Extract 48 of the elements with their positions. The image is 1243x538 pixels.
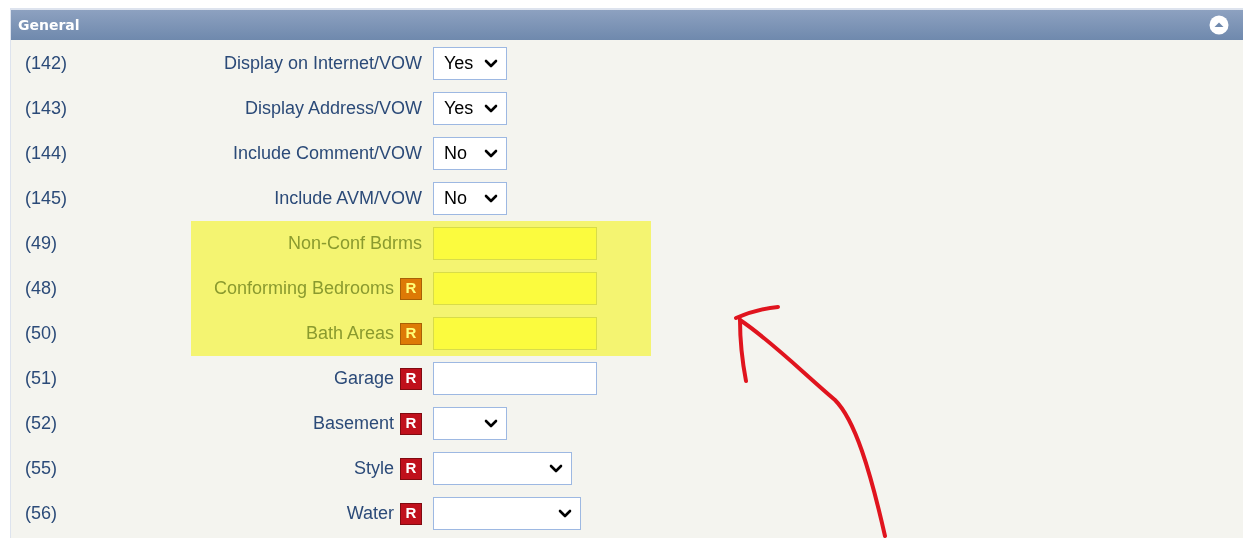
- caret-icon: [484, 59, 498, 68]
- field-label: Garage: [333, 367, 394, 390]
- dropdown[interactable]: Yes: [433, 92, 507, 125]
- input-field[interactable]: [433, 272, 597, 305]
- field-label: Display on Internet/VOW: [223, 52, 422, 75]
- caret-icon: [558, 509, 572, 518]
- field-number: (49): [25, 232, 58, 255]
- input-field[interactable]: [433, 362, 597, 395]
- field-label: Basement: [312, 412, 394, 435]
- required-badge: R: [400, 412, 422, 435]
- field-number: (143): [25, 97, 69, 120]
- dropdown[interactable]: Yes: [433, 47, 507, 80]
- field-number: (48): [25, 277, 58, 300]
- field-label: Water: [346, 502, 394, 525]
- input-field[interactable]: [433, 317, 597, 350]
- dropdown[interactable]: No: [433, 182, 507, 215]
- dropdown[interactable]: [433, 407, 507, 440]
- caret-icon: [484, 104, 498, 113]
- field-label: Include AVM/VOW: [274, 187, 422, 210]
- field-label: Display Address/VOW: [244, 97, 422, 120]
- caret-icon: [484, 194, 498, 203]
- caret-icon: [484, 419, 498, 428]
- field-label: Non-Conf Bdrms: [287, 232, 422, 255]
- field-number: (50): [25, 322, 58, 345]
- input-field[interactable]: [433, 227, 597, 260]
- required-badge: R: [400, 367, 422, 390]
- dropdown[interactable]: [433, 497, 581, 530]
- collapse-icon[interactable]: [1209, 15, 1229, 35]
- dropdown[interactable]: [433, 452, 572, 485]
- field-number: (56): [25, 502, 58, 525]
- caret-icon: [549, 464, 563, 473]
- required-badge: R: [400, 277, 422, 300]
- field-number: (145): [25, 187, 69, 210]
- field-label: Style: [353, 457, 394, 480]
- dropdown[interactable]: No: [433, 137, 507, 170]
- field-label: Include Comment/VOW: [232, 142, 422, 165]
- field-number: (55): [25, 457, 58, 480]
- panel-title: General: [18, 15, 80, 35]
- required-badge: R: [400, 502, 422, 525]
- caret-icon: [484, 149, 498, 158]
- field-number: (144): [25, 142, 69, 165]
- field-number: (142): [25, 52, 69, 75]
- field-label: Conforming Bedrooms: [213, 277, 394, 300]
- field-number: (51): [25, 367, 58, 390]
- required-badge: R: [400, 322, 422, 345]
- required-badge: R: [400, 457, 422, 480]
- field-label: Bath Areas: [305, 322, 394, 345]
- field-number: (52): [25, 412, 58, 435]
